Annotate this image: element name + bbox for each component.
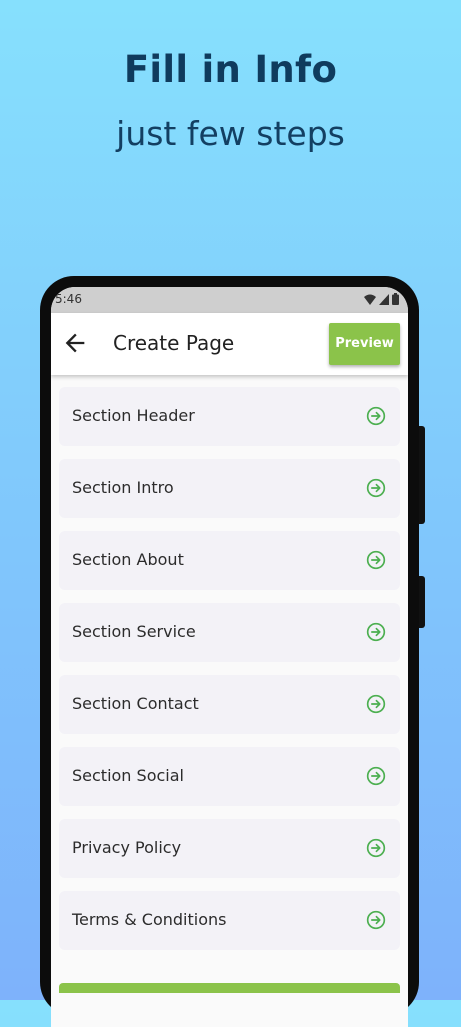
status-bar: 5:46 [51,287,408,313]
list-item-section-contact[interactable]: Section Contact [59,675,400,734]
list-item-terms-conditions[interactable]: Terms & Conditions [59,891,400,950]
arrow-right-circle-icon [366,838,386,858]
signal-icon [379,294,389,305]
list-item-section-intro[interactable]: Section Intro [59,459,400,518]
list-item-section-about[interactable]: Section About [59,531,400,590]
arrow-left-icon [65,333,85,353]
phone-side-button [419,426,425,524]
page-title: Create Page [113,331,235,355]
phone-frame: 5:46 Create Page Preview Section Header … [40,276,425,1027]
battery-icon [392,293,399,305]
status-icons [364,293,399,305]
arrow-right-circle-icon [366,478,386,498]
wifi-icon [364,294,376,305]
list-item-label: Privacy Policy [72,838,182,857]
list-item-label: Section About [72,550,184,569]
list-item-privacy-policy[interactable]: Privacy Policy [59,819,400,878]
arrow-right-circle-icon [366,694,386,714]
list-item-label: Terms & Conditions [72,910,227,929]
arrow-right-circle-icon [366,622,386,642]
preview-button[interactable]: Preview [329,323,400,365]
list-item-section-social[interactable]: Section Social [59,747,400,806]
arrow-right-circle-icon [366,550,386,570]
list-item-label: Section Service [72,622,196,641]
list-item-section-header[interactable]: Section Header [59,387,400,446]
list-item-label: Section Social [72,766,184,785]
phone-side-button [419,576,425,628]
promo-subtitle: just few steps [116,114,345,153]
list-item-label: Section Header [72,406,195,425]
list-item-label: Section Contact [72,694,199,713]
promo-title: Fill in Info [123,48,338,91]
section-list: Section Header Section Intro Section Abo… [51,375,408,1027]
list-item-section-service[interactable]: Section Service [59,603,400,662]
list-item-label: Section Intro [72,478,174,497]
status-time: 5:46 [55,292,82,306]
back-button[interactable] [61,329,89,357]
arrow-right-circle-icon [366,406,386,426]
bottom-action-button[interactable] [59,983,400,993]
arrow-right-circle-icon [366,910,386,930]
arrow-right-circle-icon [366,766,386,786]
phone-screen: 5:46 Create Page Preview Section Header … [51,287,408,1027]
app-bar: Create Page Preview [51,313,408,375]
